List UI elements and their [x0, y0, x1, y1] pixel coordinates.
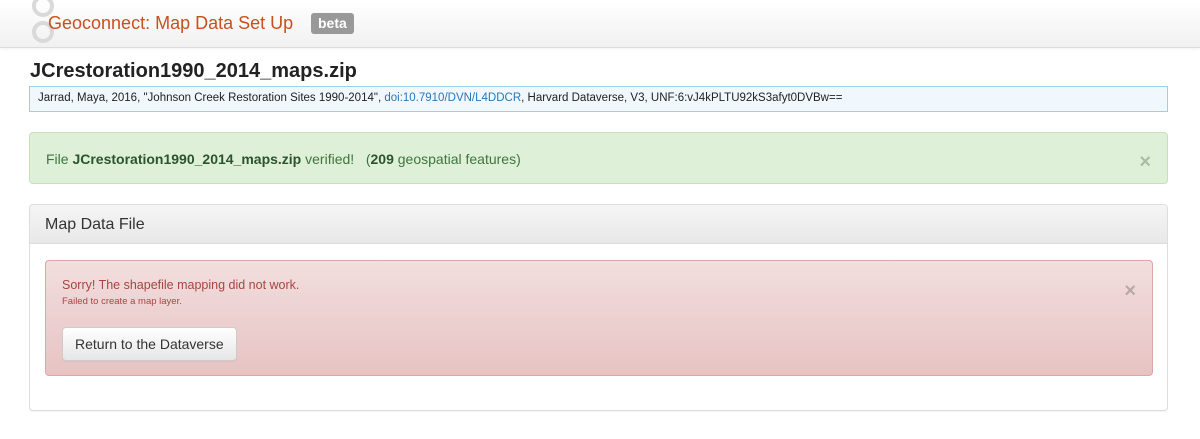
panel-title: Map Data File — [30, 205, 1167, 244]
success-prefix: File — [46, 151, 73, 167]
citation-suffix: , Harvard Dataverse, V3, UNF:6:vJ4kPLTU9… — [521, 92, 843, 104]
brand-link[interactable]: Geoconnect: Map Data Set Up — [48, 13, 293, 34]
citation-box: Jarrad, Maya, 2016, "Johnson Creek Resto… — [29, 86, 1168, 112]
success-suffix: geospatial features) — [393, 151, 521, 167]
return-to-dataverse-button[interactable]: Return to the Dataverse — [62, 327, 237, 361]
page-title: JCrestoration1990_2014_maps.zip — [30, 60, 357, 82]
error-alert: Sorry! The shapefile mapping did not wor… — [45, 260, 1153, 376]
feature-count: 209 — [370, 151, 394, 167]
close-icon[interactable]: × — [1124, 281, 1136, 301]
doi-link[interactable]: doi:10.7910/DVN/L4DDCR — [384, 92, 521, 104]
beta-badge: beta — [311, 13, 354, 34]
citation-text: Jarrad, Maya, 2016, "Johnson Creek Resto… — [38, 92, 385, 104]
success-alert: File JCrestoration1990_2014_maps.zip ver… — [29, 132, 1168, 184]
success-verified: verified! — [301, 151, 355, 167]
error-title: Sorry! The shapefile mapping did not wor… — [62, 278, 300, 292]
error-detail: Failed to create a map layer. — [62, 296, 182, 307]
success-filename: JCrestoration1990_2014_maps.zip — [72, 151, 302, 167]
map-data-panel: Map Data File Sorry! The shapefile mappi… — [29, 204, 1168, 411]
navbar: Geoconnect: Map Data Set Up beta — [0, 0, 1200, 48]
close-icon[interactable]: × — [1139, 152, 1151, 172]
